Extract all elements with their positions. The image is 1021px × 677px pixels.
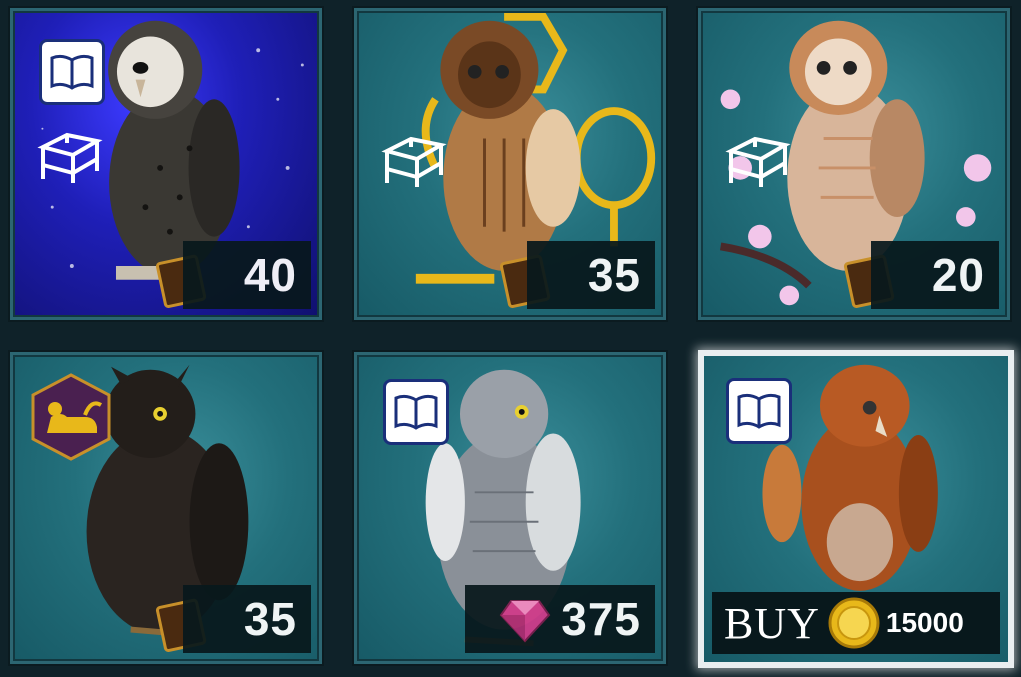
price-bar: 40: [183, 241, 311, 309]
owl-card-3[interactable]: 20: [698, 8, 1010, 320]
owl-card-2[interactable]: 35: [354, 8, 666, 320]
sphinx-badge-icon: [31, 373, 111, 461]
price-label: 375: [561, 593, 641, 645]
buy-button[interactable]: BUY 15000: [712, 592, 1000, 654]
price-bar: 375: [465, 585, 655, 653]
book-badge-icon: [726, 378, 792, 444]
furniture-badge-icon: [725, 136, 791, 187]
furniture-badge-icon: [381, 136, 447, 187]
price-label: 35: [243, 593, 297, 645]
price-bar: 35: [527, 241, 655, 309]
price-label: 35: [587, 249, 641, 301]
gold-coin-icon: [828, 597, 880, 649]
buy-label: BUY: [724, 598, 820, 648]
price-label: 20: [931, 249, 985, 301]
owl-card-6[interactable]: BUY 15000: [698, 350, 1014, 668]
gem-icon: [499, 600, 551, 643]
buy-price: 15000: [885, 607, 964, 638]
owl-card-1[interactable]: 40: [10, 8, 322, 320]
price-label: 40: [243, 249, 297, 301]
price-bar: 20: [871, 241, 999, 309]
price-bar: 35: [183, 585, 311, 653]
book-badge-icon: [383, 379, 449, 445]
owl-card-4[interactable]: 35: [10, 352, 322, 664]
furniture-badge-icon: [37, 132, 103, 183]
book-badge-icon: [39, 39, 105, 105]
owl-card-5[interactable]: 375: [354, 352, 666, 664]
